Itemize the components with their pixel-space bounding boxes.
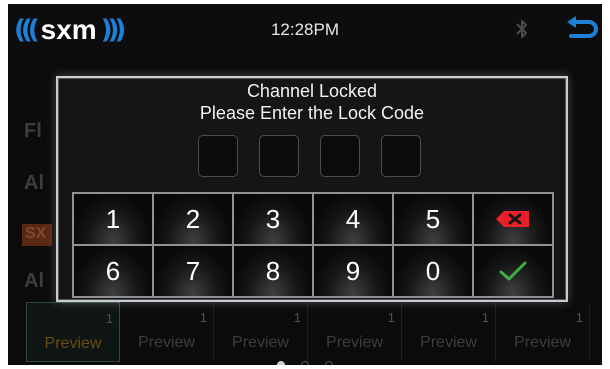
preset-button[interactable]: 1 Preview [120,302,214,362]
preset-label: Preview [514,334,571,351]
preset-label: Preview [232,334,289,351]
key-7[interactable]: 7 [153,245,233,297]
delete-button[interactable] [473,193,553,245]
code-digit-slot[interactable] [259,135,299,177]
key-3[interactable]: 3 [233,193,313,245]
code-digit-slot[interactable] [381,135,421,177]
bluetooth-icon [516,20,527,38]
preset-number: 1 [293,310,301,325]
lock-code-dialog: Channel Locked Please Enter the Lock Cod… [56,76,568,302]
key-9[interactable]: 9 [313,245,393,297]
preset-label: Preview [44,335,102,352]
page-dot[interactable] [301,361,309,365]
preset-number: 1 [575,310,583,325]
code-entry [198,135,421,177]
key-6[interactable]: 6 [73,245,153,297]
key-1[interactable]: 1 [73,193,153,245]
preset-button[interactable]: 1 Preview [402,302,496,362]
dialog-title: Channel Locked [246,81,378,101]
preset-label: Preview [138,334,195,351]
preset-button[interactable]: 1 Preview [214,302,308,362]
numeric-keypad: 1 2 3 4 5 6 7 8 9 0 [72,192,554,298]
preset-button[interactable]: 1 Preview [496,302,590,362]
code-digit-slot[interactable] [198,135,238,177]
bg-text-row: Fl [24,120,42,142]
checkmark-icon [499,261,527,281]
back-arrow-icon[interactable] [565,16,599,44]
key-4[interactable]: 4 [313,193,393,245]
dialog-subtitle: Please Enter the Lock Code [199,103,425,123]
bg-channel-badge: SX [22,224,52,246]
status-bar: ((( sxm ))) 12:28PM [8,4,602,56]
preset-bar: 1 Preview 1 Preview 1 Preview 1 Preview … [26,302,600,362]
preset-label: Preview [420,334,477,351]
key-8[interactable]: 8 [233,245,313,297]
code-digit-slot[interactable] [320,135,360,177]
bg-text-row: Al [24,172,44,194]
preset-label: Preview [326,334,383,351]
key-0[interactable]: 0 [393,245,473,297]
confirm-button[interactable] [473,245,553,297]
page-dot[interactable] [276,361,285,365]
head-unit-screen: ((( sxm ))) 12:28PM Fl Al SX Al 1 Previe… [8,4,602,365]
preset-number: 1 [199,310,207,325]
page-dot[interactable] [325,361,334,365]
preset-button[interactable]: 1 Preview [308,302,402,362]
preset-number: 1 [387,310,395,325]
key-2[interactable]: 2 [153,193,233,245]
preset-number: 1 [105,311,113,326]
backspace-icon [496,211,529,227]
key-5[interactable]: 5 [393,193,473,245]
page-indicator [8,356,602,365]
preset-button[interactable]: 1 Preview [26,302,120,362]
bg-text-row: Al [24,270,44,292]
preset-number: 1 [481,310,489,325]
